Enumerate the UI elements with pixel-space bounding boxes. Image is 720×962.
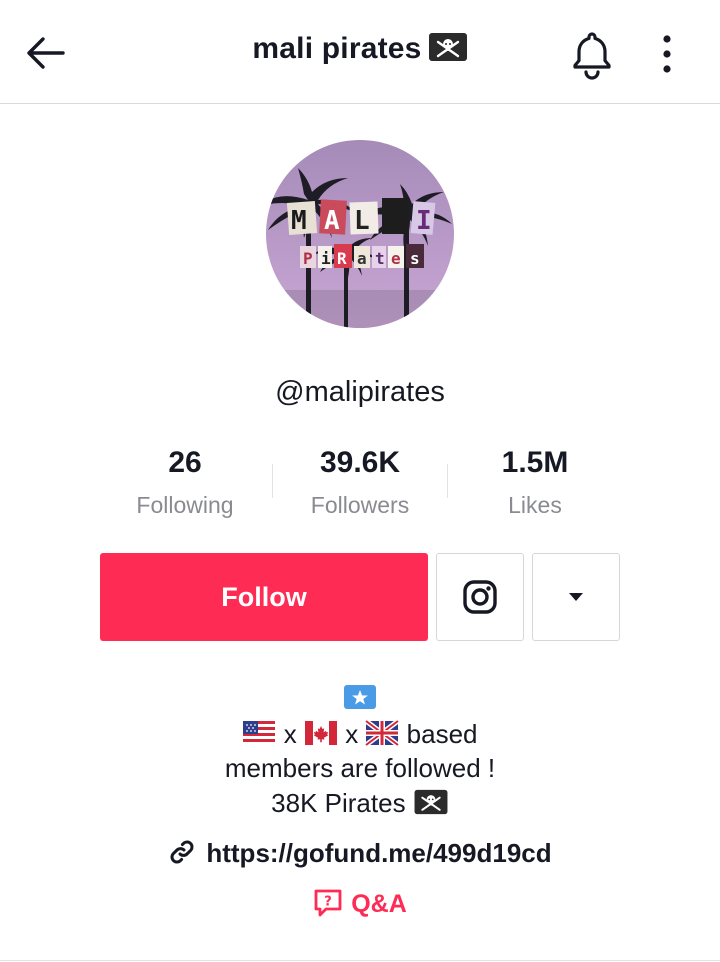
canada-flag-icon bbox=[304, 720, 338, 753]
svg-text:L: L bbox=[354, 206, 370, 236]
bio-line-members: members are followed ! bbox=[224, 753, 496, 783]
svg-text:t: t bbox=[375, 249, 385, 268]
profile-avatar[interactable]: M A L I P i R a t e s bbox=[266, 140, 454, 328]
usa-flag-icon bbox=[242, 720, 276, 753]
pirate-flag-icon bbox=[413, 789, 449, 822]
somalia-flag-icon bbox=[343, 684, 377, 717]
question-bubble-icon: ? bbox=[313, 888, 343, 925]
svg-text:R: R bbox=[337, 249, 347, 268]
notification-bell-button[interactable] bbox=[568, 28, 616, 80]
likes-count: 1.5M bbox=[501, 446, 569, 479]
instagram-icon bbox=[463, 580, 497, 614]
top-bar: mali pirates bbox=[0, 0, 720, 104]
link-icon bbox=[168, 838, 196, 873]
svg-text:s: s bbox=[410, 249, 420, 268]
svg-text:?: ? bbox=[324, 895, 332, 910]
followers-count: 39.6K bbox=[319, 446, 401, 479]
bio-link-url: https://gofund.me/499d19cd bbox=[206, 838, 552, 868]
follow-button[interactable]: Follow bbox=[100, 553, 428, 641]
bio-pirates-text: 38K Pirates bbox=[271, 788, 406, 818]
following-label: Following bbox=[136, 492, 234, 518]
svg-text:A: A bbox=[324, 206, 340, 236]
caret-down-icon bbox=[569, 593, 583, 601]
bio-flag-line bbox=[0, 683, 720, 717]
bio-separator: x bbox=[345, 719, 359, 749]
pirate-flag-icon bbox=[428, 32, 468, 70]
following-count: 26 bbox=[168, 446, 202, 479]
instagram-button[interactable] bbox=[436, 553, 524, 641]
bio-separator: x bbox=[283, 719, 297, 749]
svg-text:I: I bbox=[416, 206, 432, 236]
followers-stat[interactable]: 39.6K Followers bbox=[275, 446, 445, 519]
svg-text:e: e bbox=[391, 249, 401, 268]
likes-label: Likes bbox=[508, 492, 562, 518]
bio-text-based: based bbox=[406, 719, 478, 749]
following-stat[interactable]: 26 Following bbox=[100, 446, 270, 519]
svg-text:M: M bbox=[291, 206, 307, 236]
svg-text:P: P bbox=[303, 249, 313, 268]
svg-text:i: i bbox=[321, 249, 331, 268]
username: @malipirates bbox=[275, 376, 445, 408]
stat-divider bbox=[447, 464, 448, 498]
more-options-button[interactable] bbox=[652, 30, 682, 78]
bio-countries-line: x x based bbox=[0, 719, 720, 753]
suggested-accounts-dropdown[interactable] bbox=[532, 553, 620, 641]
bell-icon bbox=[573, 32, 611, 80]
followers-label: Followers bbox=[310, 492, 410, 518]
uk-flag-icon bbox=[364, 719, 400, 753]
qa-label: Q&A bbox=[351, 890, 407, 918]
svg-text:a: a bbox=[357, 249, 367, 268]
vertical-dots-icon bbox=[663, 35, 671, 73]
bio-link[interactable]: https://gofund.me/499d19cd bbox=[0, 838, 720, 873]
bio-line-pirates: 38K Pirates bbox=[0, 788, 720, 822]
section-divider bbox=[0, 960, 720, 961]
page-title-text: mali pirates bbox=[252, 32, 422, 65]
stat-divider bbox=[272, 464, 273, 498]
likes-stat[interactable]: 1.5M Likes bbox=[450, 446, 620, 519]
qa-button[interactable]: ? Q&A bbox=[0, 888, 720, 925]
